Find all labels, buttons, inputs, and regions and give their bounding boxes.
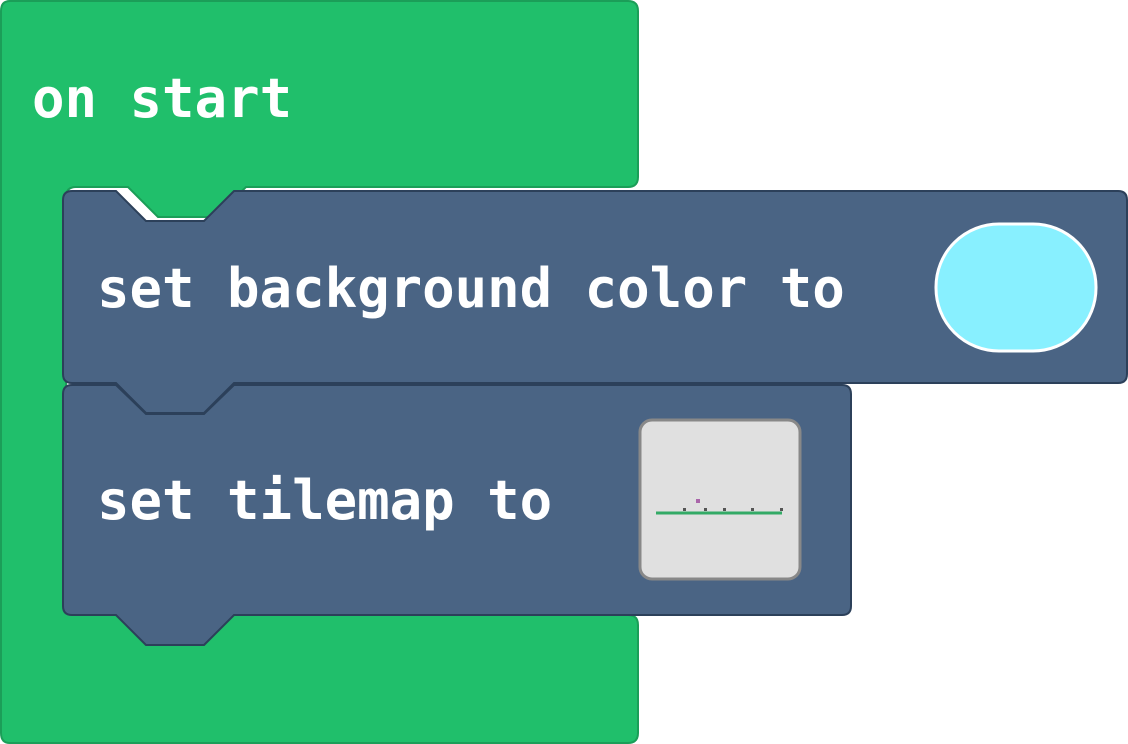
color-swatch-icon[interactable]	[934, 222, 1098, 353]
tilemap-thumbnail-icon[interactable]	[638, 418, 802, 581]
set-background-color-label: set background color to	[97, 257, 845, 320]
on-start-label: on start	[32, 67, 293, 130]
block-workspace: on start set background color to set til…	[0, 0, 1128, 744]
set-tilemap-label: set tilemap to	[97, 469, 553, 532]
